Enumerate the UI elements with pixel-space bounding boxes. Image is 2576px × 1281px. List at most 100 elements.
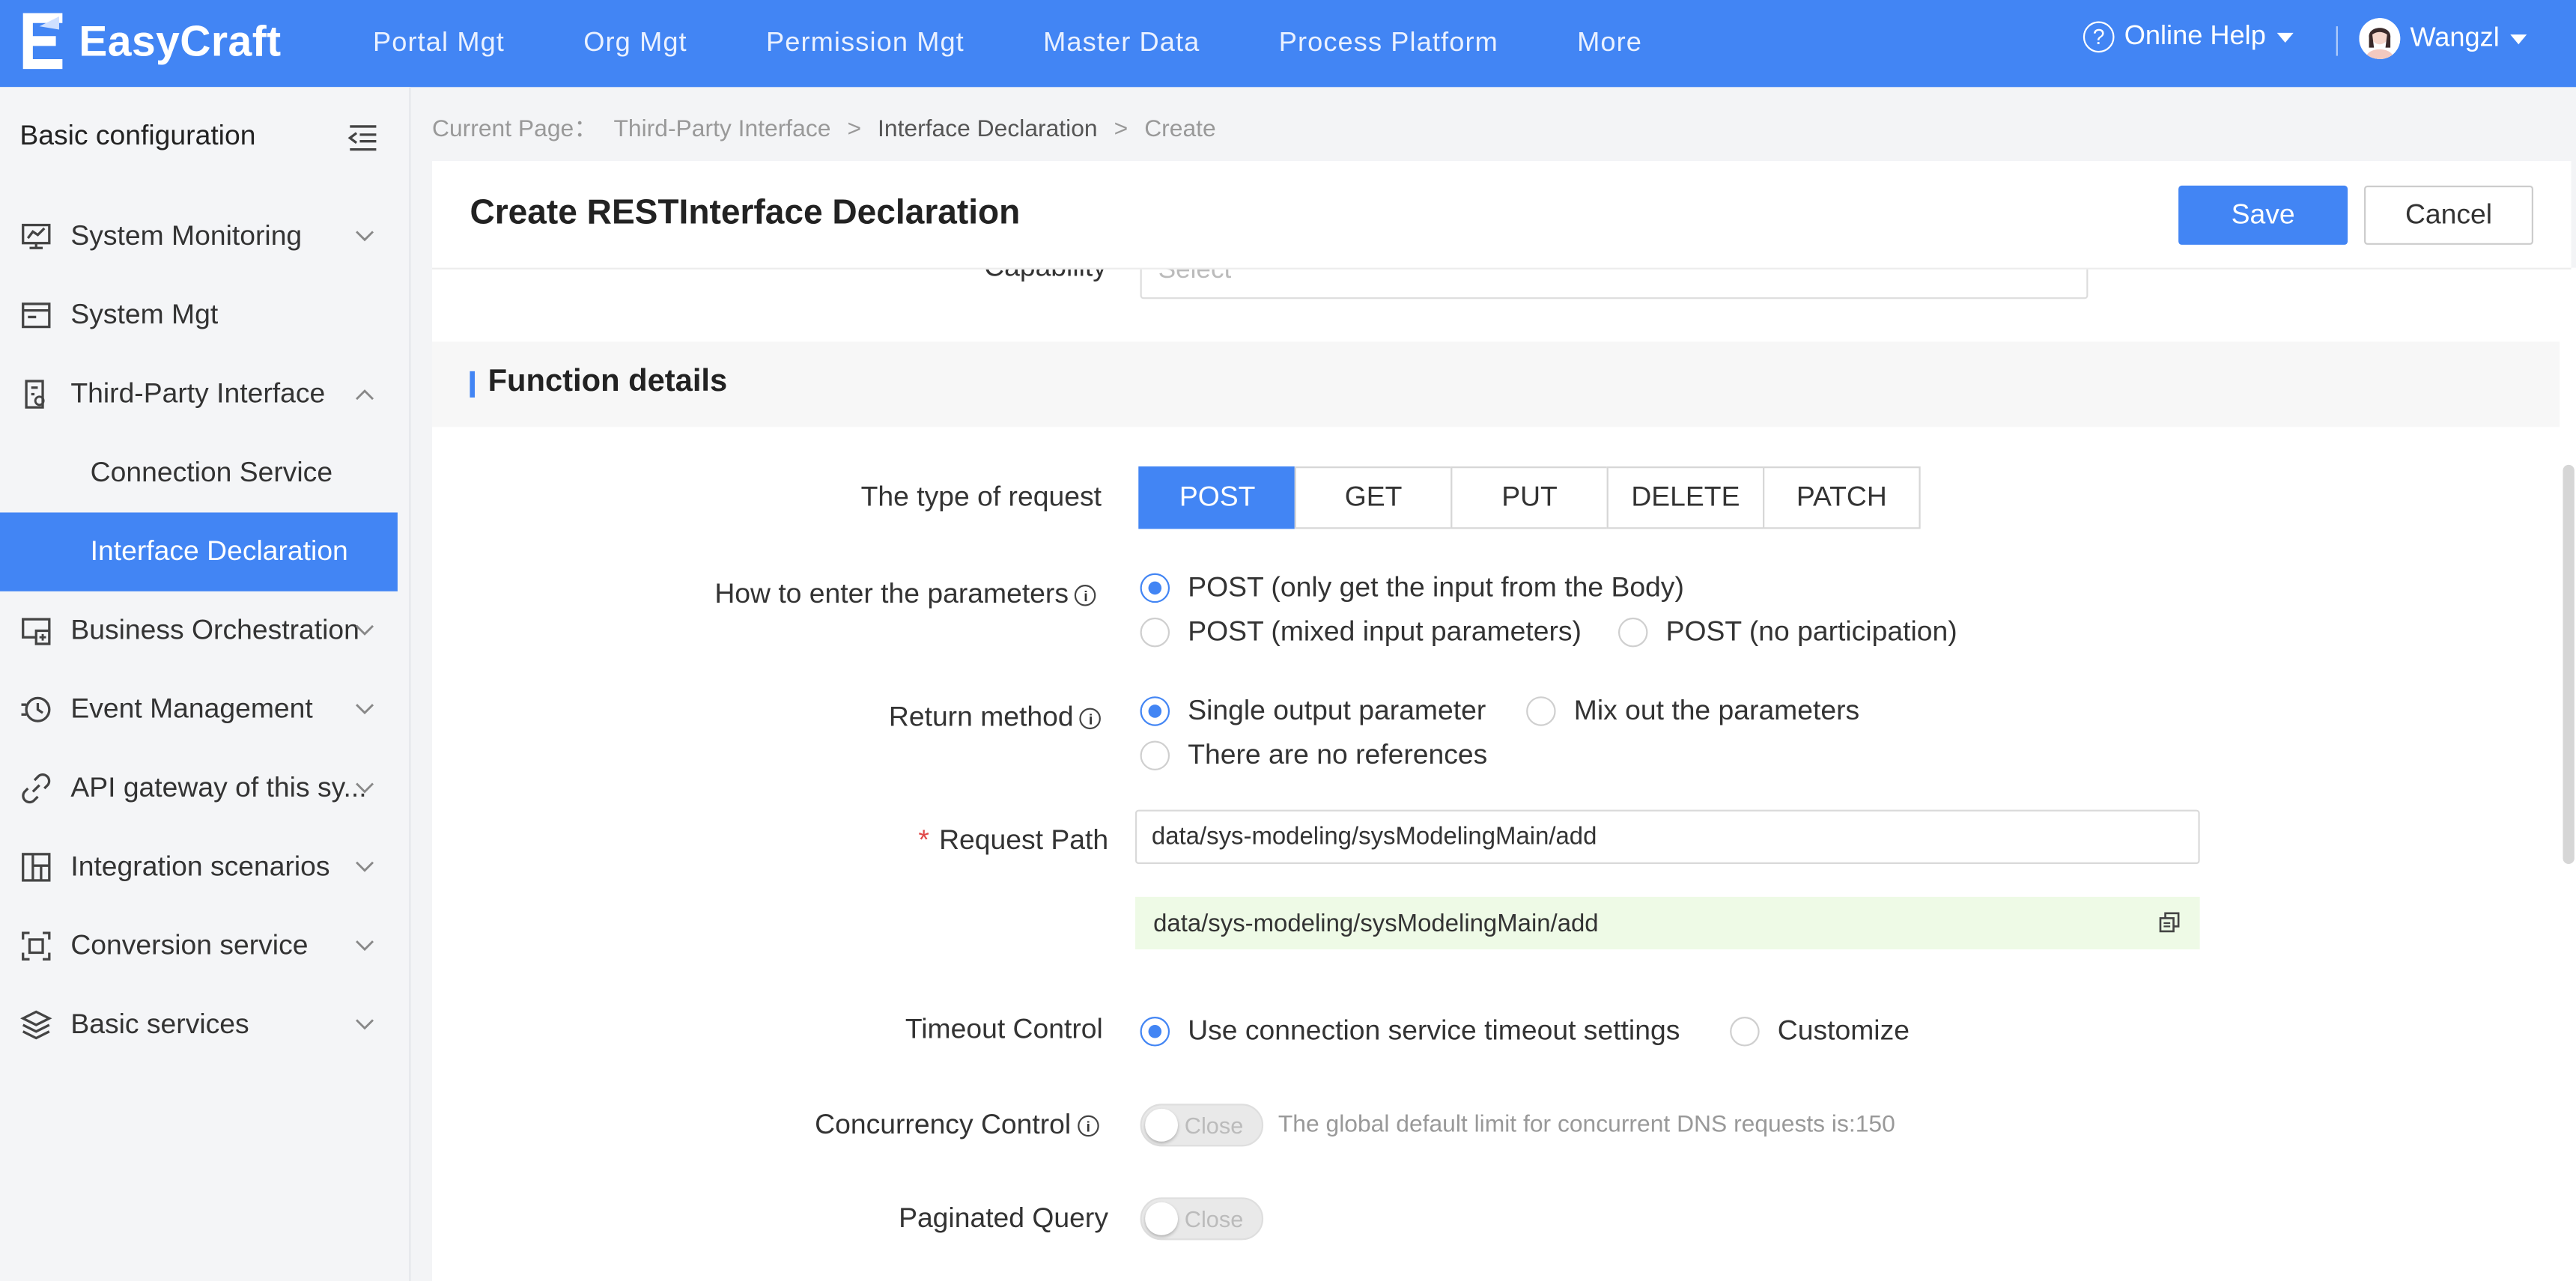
user-name: Wangzl [2410, 22, 2500, 53]
nav-org-mgt[interactable]: Org Mgt [583, 28, 687, 59]
chevron-down-icon [356, 231, 374, 242]
concurrency-label: Concurrency Control [815, 1108, 1072, 1140]
function-details-section: Function details [431, 341, 2560, 427]
request-type-delete[interactable]: DELETE [1606, 466, 1765, 529]
return-method-label: Return method [888, 701, 1074, 733]
collapse-menu-icon[interactable] [347, 124, 380, 153]
form-panel: Create RESTInterface Declaration Save Ca… [431, 161, 2572, 1281]
request-type-get[interactable]: GET [1294, 466, 1453, 529]
easycraft-logo-icon [22, 13, 63, 70]
timeout-label: Timeout Control [905, 1013, 1103, 1045]
logo[interactable]: EasyCraft [16, 8, 282, 74]
monitor-chart-icon [22, 223, 51, 249]
panel-header: Create RESTInterface Declaration Save Ca… [431, 161, 2572, 270]
radio-dot [1140, 1017, 1170, 1047]
radio-return-none[interactable]: There are no references [1140, 739, 1488, 772]
sidebar-item-label: System Mgt [70, 299, 219, 330]
nav-more[interactable]: More [1577, 28, 1642, 59]
radio-dot [1526, 696, 1556, 726]
breadcrumb-separator: > [847, 116, 862, 143]
radio-label: POST (only get the input from the Body) [1188, 571, 1684, 603]
sidebar-item-api-gateway[interactable]: API gateway of this sy... [0, 749, 409, 827]
sidebar-item-third-party-interface[interactable]: Third-Party Interface [0, 355, 409, 433]
radio-param-mixed[interactable]: POST (mixed input parameters) [1140, 616, 1582, 649]
return-method-label-wrap: Return method i [889, 702, 1102, 734]
radio-param-body-only[interactable]: POST (only get the input from the Body) [1140, 571, 1684, 604]
request-path-label-wrap: * Request Path [918, 824, 1108, 857]
paginated-label: Paginated Query [899, 1202, 1108, 1234]
info-icon[interactable]: i [1080, 708, 1102, 730]
cancel-button[interactable]: Cancel [2364, 185, 2533, 245]
switch-knob [1145, 1202, 1179, 1235]
param-entry-label: How to enter the parameters [714, 578, 1069, 609]
info-icon[interactable]: i [1075, 585, 1097, 606]
nav-master-data[interactable]: Master Data [1043, 28, 1200, 59]
concurrency-switch[interactable]: Close [1140, 1104, 1264, 1147]
sidebar-subitem-interface-declaration[interactable]: Interface Declaration [0, 512, 398, 591]
online-help-menu[interactable]: ? Online Help [2083, 21, 2294, 53]
sidebar-title: Basic configuration [19, 120, 256, 151]
paginated-switch[interactable]: Close [1140, 1197, 1264, 1241]
radio-label: Customize [1777, 1014, 1910, 1047]
radio-timeout-connection[interactable]: Use connection service timeout settings [1140, 1015, 1680, 1048]
sidebar-item-label: Event Management [70, 693, 313, 725]
sidebar-item-conversion-service[interactable]: Conversion service [0, 907, 409, 985]
request-type-patch[interactable]: PATCH [1763, 466, 1921, 529]
radio-timeout-customize[interactable]: Customize [1730, 1015, 1910, 1048]
radio-return-mixed[interactable]: Mix out the parameters [1526, 695, 1859, 728]
user-menu[interactable]: Wangzl [2359, 18, 2528, 59]
avatar [2359, 18, 2401, 59]
sidebar-item-system-monitoring[interactable]: System Monitoring [0, 197, 409, 276]
sidebar-item-event-management[interactable]: Event Management [0, 670, 409, 749]
nav-portal-mgt[interactable]: Portal Mgt [373, 28, 505, 59]
concurrency-hint: The global default limit for concurrent … [1278, 1112, 1895, 1139]
sidebar-item-label: Business Orchestration [70, 614, 359, 646]
nav-permission-mgt[interactable]: Permission Mgt [766, 28, 965, 59]
copy-icon[interactable] [2159, 912, 2181, 934]
breadcrumb: Current Page： Third-Party Interface > In… [432, 110, 1226, 144]
request-path-input[interactable] [1134, 809, 2200, 864]
sidebar-subitem-connection-service[interactable]: Connection Service [0, 433, 398, 512]
layers-icon [20, 1010, 52, 1040]
request-type-put[interactable]: PUT [1450, 466, 1609, 529]
info-icon[interactable]: i [1077, 1115, 1099, 1137]
sidebar-item-label: Basic services [70, 1008, 249, 1040]
section-accent [470, 371, 476, 398]
page-title: Create RESTInterface Declaration [470, 193, 1021, 232]
sidebar-item-label: System Monitoring [70, 219, 303, 252]
switch-knob [1145, 1108, 1179, 1142]
breadcrumb-link-third-party-interface[interactable]: Third-Party Interface [613, 117, 830, 143]
save-button[interactable]: Save [2178, 185, 2348, 245]
chevron-down-icon [356, 1019, 374, 1030]
scrollbar-thumb[interactable] [2563, 464, 2575, 864]
caret-down-icon [2511, 33, 2528, 44]
scan-frame-icon [22, 931, 51, 961]
sidebar-item-basic-services[interactable]: Basic services [0, 985, 409, 1064]
radio-param-none[interactable]: POST (no participation) [1617, 616, 1957, 649]
radio-label: There are no references [1188, 739, 1488, 770]
sidebar-item-business-orchestration[interactable]: Business Orchestration [0, 591, 409, 670]
breadcrumb-prefix: Current Page： [431, 116, 598, 143]
sidebar-item-integration-scenarios[interactable]: Integration scenarios [0, 828, 409, 907]
radio-dot [1730, 1017, 1760, 1047]
radio-return-single[interactable]: Single output parameter [1140, 695, 1486, 728]
event-clock-icon [21, 696, 51, 722]
orchestration-icon [22, 618, 51, 645]
radio-label: Single output parameter [1188, 695, 1486, 726]
app-root: EasyCraft Portal Mgt Org Mgt Permission … [0, 0, 2576, 1281]
request-path-preview-text: data/sys-modeling/sysModelingMain/add [1153, 910, 1599, 938]
sidebar: Basic configuration System Monitoring Sy… [0, 87, 411, 1281]
nav-process-platform[interactable]: Process Platform [1279, 28, 1498, 59]
sidebar-item-system-mgt[interactable]: System Mgt [0, 276, 409, 355]
radio-label: Mix out the parameters [1573, 695, 1860, 726]
radio-dot [1140, 617, 1170, 648]
chevron-down-icon [356, 861, 374, 872]
online-help-label: Online Help [2124, 21, 2266, 52]
concurrency-label-wrap: Concurrency Control i [815, 1109, 1099, 1142]
request-type-label: The type of request [860, 481, 1102, 513]
required-mark: * [918, 824, 929, 856]
request-path-label: Request Path [939, 824, 1109, 856]
request-type-post[interactable]: POST [1138, 466, 1296, 529]
window-icon [22, 302, 51, 329]
breadcrumb-link-interface-declaration[interactable]: Interface Declaration [878, 117, 1098, 143]
